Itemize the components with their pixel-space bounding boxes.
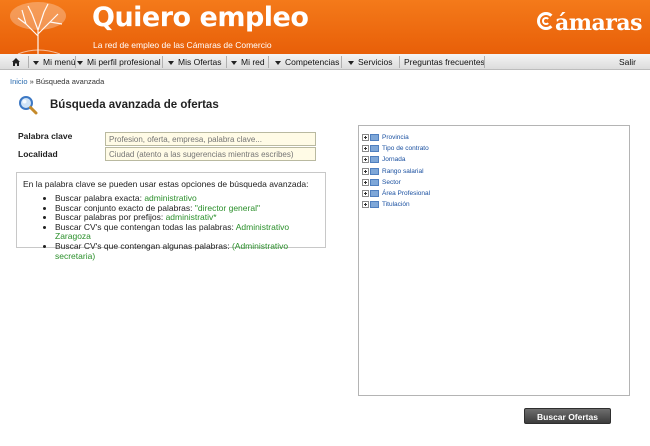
breadcrumb-home-link[interactable]: Inicio — [10, 77, 28, 86]
hint-text: Buscar palabras por prefijos: — [55, 212, 166, 223]
hint-item: Buscar CV's que contengan todas las pala… — [55, 221, 319, 242]
hint-text: Buscar palabra exacta: — [55, 193, 145, 203]
nav-item-mi-menu[interactable]: Mi menú — [33, 54, 76, 70]
nav-item-mi-perfil[interactable]: Mi perfil profesional — [77, 54, 161, 70]
header: Quiero empleo La red de empleo de las Cá… — [0, 0, 650, 54]
tree-node-tipo-contrato[interactable]: Tipo de contrato — [362, 143, 429, 154]
hints-list: Buscar palabra exacta: administrativo Bu… — [55, 193, 319, 261]
nav-item-mi-red[interactable]: Mi red — [231, 54, 265, 70]
caret-down-icon — [77, 60, 83, 65]
tree-node-label: Jornada — [382, 156, 406, 163]
hint-text: Buscar CV's que contengan algunas palabr… — [55, 240, 232, 251]
hint-example: "director general" — [194, 202, 260, 213]
folder-icon — [370, 200, 379, 208]
tree-node-provincia[interactable]: Provincia — [362, 132, 409, 143]
folder-icon — [370, 155, 379, 163]
folder-icon — [370, 178, 379, 186]
nav-item-servicios[interactable]: Servicios — [348, 54, 392, 70]
camaras-logo-text: ámaras — [554, 10, 643, 36]
home-icon[interactable] — [11, 57, 21, 67]
nav-item-label: Servicios — [358, 57, 393, 67]
filter-tree-panel: Provincia Tipo de contrato Jornada Rango… — [358, 125, 630, 396]
hints-intro: En la palabra clave se pueden usar estas… — [23, 179, 309, 189]
nav-divider — [75, 56, 76, 68]
nav-item-label: Mi menú — [43, 57, 76, 67]
location-label: Localidad — [18, 149, 58, 159]
tree-logo-icon — [10, 2, 66, 54]
expand-plus-icon[interactable] — [362, 167, 369, 175]
tree-node-label: Sector — [382, 179, 401, 186]
nav-divider — [162, 56, 163, 68]
camaras-c-icon — [536, 10, 555, 32]
tree-node-label: Provincia — [382, 134, 409, 141]
nav-item-label: Mis Ofertas — [178, 57, 222, 67]
location-input[interactable] — [105, 147, 316, 161]
tree-node-titulacion[interactable]: Titulación — [362, 199, 410, 210]
site-title: Quiero empleo — [92, 2, 309, 33]
folder-icon — [370, 167, 379, 175]
nav-divider — [484, 56, 485, 68]
breadcrumb-current: Búsqueda avanzada — [35, 77, 105, 86]
logout-link[interactable]: Salir — [619, 54, 636, 70]
nav-item-mis-ofertas[interactable]: Mis Ofertas — [168, 54, 221, 70]
page-title: Búsqueda avanzada de ofertas — [50, 99, 219, 111]
nav-divider — [226, 56, 227, 68]
hint-example: administrativo — [144, 193, 197, 203]
nav-item-label: Competencias — [285, 57, 340, 67]
tree-node-rango-salarial[interactable]: Rango salarial — [362, 166, 424, 177]
expand-plus-icon[interactable] — [362, 178, 369, 186]
tree-node-jornada[interactable]: Jornada — [362, 154, 406, 165]
search-hints-box: En la palabra clave se pueden usar estas… — [16, 172, 326, 260]
nav-divider — [341, 56, 342, 68]
caret-down-icon — [33, 60, 39, 65]
site-subtitle: La red de empleo de las Cámaras de Comer… — [93, 40, 272, 50]
expand-plus-icon[interactable] — [362, 189, 369, 197]
nav-divider — [399, 56, 400, 68]
nav-divider — [28, 56, 29, 68]
hint-text: Buscar conjunto exacto de palabras: — [55, 202, 195, 213]
camaras-logo[interactable]: ámaras — [536, 10, 643, 36]
caret-down-icon — [231, 60, 237, 65]
expand-plus-icon[interactable] — [362, 200, 369, 208]
folder-icon — [370, 189, 379, 197]
main-nav: Mi menú Mi perfil profesional Mis Oferta… — [0, 54, 650, 70]
expand-plus-icon[interactable] — [362, 133, 369, 141]
magnifier-icon — [19, 96, 38, 115]
expand-plus-icon[interactable] — [362, 155, 369, 163]
tree-node-label: Tipo de contrato — [382, 145, 429, 152]
caret-down-icon — [168, 60, 174, 65]
nav-item-label: Mi perfil profesional — [87, 57, 161, 67]
folder-icon — [370, 144, 379, 152]
breadcrumb: Inicio » Búsqueda avanzada — [10, 77, 104, 86]
nav-item-preguntas-frecuentes[interactable]: Preguntas frecuentes — [404, 54, 485, 70]
nav-item-competencias[interactable]: Competencias — [275, 54, 339, 70]
search-offers-button[interactable]: Buscar Ofertas — [524, 408, 611, 424]
hint-example: administrativ* — [165, 212, 217, 223]
tree-node-label: Área Profesional — [382, 190, 431, 197]
nav-item-label: Mi red — [241, 57, 265, 67]
caret-down-icon — [348, 60, 354, 65]
folder-icon — [370, 133, 379, 141]
tree-node-label: Rango salarial — [382, 168, 424, 175]
hint-item: Buscar CV's que contengan algunas palabr… — [55, 240, 319, 261]
hint-text: Buscar CV's que contengan todas las pala… — [55, 221, 236, 232]
keyword-input[interactable] — [105, 132, 316, 146]
expand-plus-icon[interactable] — [362, 144, 369, 152]
nav-item-label: Preguntas frecuentes — [404, 57, 485, 67]
tree-node-area-profesional[interactable]: Área Profesional — [362, 188, 430, 199]
nav-divider — [268, 56, 269, 68]
caret-down-icon — [275, 60, 281, 65]
breadcrumb-separator: » — [29, 77, 34, 86]
tree-node-sector[interactable]: Sector — [362, 177, 401, 188]
tree-node-label: Titulación — [382, 201, 410, 208]
keyword-label: Palabra clave — [18, 131, 73, 141]
